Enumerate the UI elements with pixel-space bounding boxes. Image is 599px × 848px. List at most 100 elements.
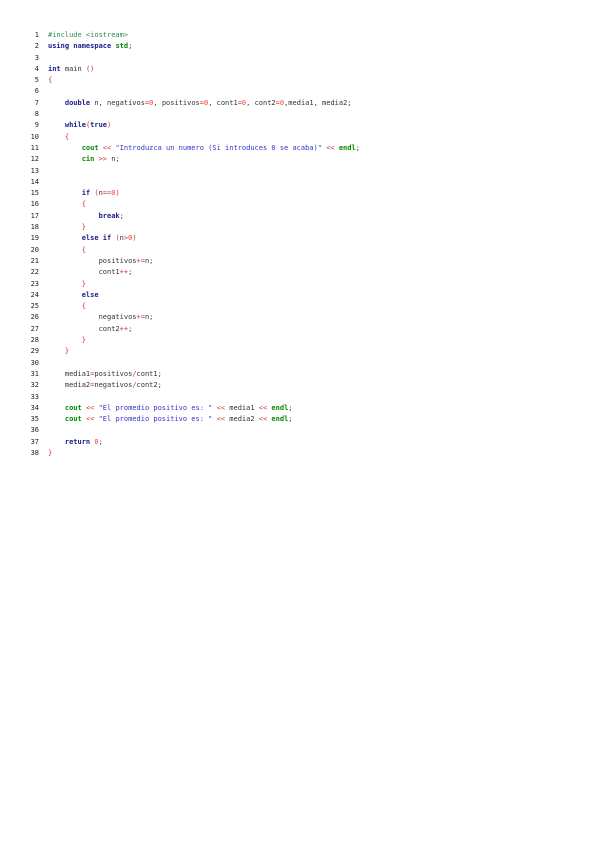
code-token: } (81, 223, 86, 232)
code-token: main (60, 64, 86, 73)
code-token: ; (355, 143, 360, 152)
line-source: media1=positivos/cont1; (48, 369, 162, 380)
line-number: 32 (30, 381, 39, 390)
code-token: #include <iostream> (48, 31, 129, 39)
line-number: 12 (30, 155, 39, 164)
code-token: "Introduzca un numero (Si introduces 0 s… (115, 143, 322, 152)
line-number: 11 (30, 143, 39, 152)
code-token: cont2; (136, 381, 162, 390)
code-token: ; (119, 211, 124, 220)
line-source: while(true) (48, 120, 111, 131)
code-line: 17 break; (30, 211, 360, 222)
line-number: 15 (30, 189, 39, 198)
code-token: ) (115, 189, 120, 198)
code-token: >> (98, 155, 108, 164)
line-source: } (48, 279, 86, 290)
line-number: 25 (30, 302, 39, 311)
line-source: { (48, 301, 86, 312)
code-token: return (64, 437, 91, 446)
code-token: cont1 (48, 268, 120, 277)
line-source: return 0; (48, 437, 103, 448)
code-token: cont2 (48, 324, 120, 333)
line-number: 9 (34, 121, 39, 130)
line-source: { (48, 245, 86, 256)
code-line: 24 else (30, 290, 360, 301)
code-line: 31 media1=positivos/cont1; (30, 369, 360, 380)
code-token: endl (271, 403, 289, 412)
code-token: true (90, 121, 108, 130)
code-token: ++ (119, 324, 129, 333)
code-line: 22 cont1++; (30, 267, 360, 278)
line-number: 2 (34, 42, 39, 51)
code-token: if (81, 189, 91, 198)
code-listing: 1 #include <iostream> 2 using namespace std… (30, 30, 360, 459)
code-token: "El promedio positivo es: " (98, 415, 213, 424)
line-source: break; (48, 211, 124, 222)
line-number: 22 (30, 268, 39, 277)
code-token: double (64, 98, 91, 107)
code-token: << (216, 403, 226, 412)
line-number: 29 (30, 347, 39, 356)
code-line: 35 cout << "El promedio positivo es: " <… (30, 414, 360, 425)
code-line: 19 else if (n>0) (30, 233, 360, 244)
code-token: , cont1 (208, 98, 238, 107)
code-token: { (81, 302, 86, 311)
code-token: ; (98, 437, 103, 446)
code-token: positivos (48, 256, 137, 265)
code-line: 1 #include <iostream> (30, 30, 360, 41)
code-token: ; (288, 415, 293, 424)
code-token: "El promedio positivo es: " (98, 403, 213, 412)
code-token: n; (144, 256, 154, 265)
code-token: n; (107, 155, 120, 164)
code-token: cont1; (136, 369, 162, 378)
line-number: 17 (30, 211, 39, 220)
code-token: { (81, 245, 86, 254)
code-token: endl (338, 143, 356, 152)
line-source: negativos+=n; (48, 312, 154, 323)
line-number: 4 (34, 64, 39, 73)
code-line: 16 { (30, 199, 360, 210)
line-source: } (48, 335, 86, 346)
line-source: } (48, 346, 69, 357)
line-number: 34 (30, 403, 39, 412)
code-token: ; (288, 403, 293, 412)
code-line: 26 negativos+=n; (30, 312, 360, 323)
line-source: cout << "El promedio positivo es: " << m… (48, 414, 293, 425)
code-line: 15 if (n==0) (30, 188, 360, 199)
line-source: #include <iostream> (48, 30, 128, 41)
line-number: 3 (34, 53, 39, 62)
code-token: else if (81, 234, 112, 243)
line-number: 8 (34, 110, 39, 119)
code-token: << (258, 403, 268, 412)
code-line: 2 using namespace std; (30, 41, 360, 52)
code-token: += (136, 313, 145, 322)
code-line: 25 { (30, 301, 360, 312)
code-line: 3 (30, 53, 360, 64)
line-number: 6 (34, 87, 39, 96)
code-line: 21 positivos+=n; (30, 256, 360, 267)
code-token: } (81, 336, 86, 345)
line-source: if (n==0) (48, 188, 120, 199)
line-source: double n, negativos=0, positivos=0, cont… (48, 98, 352, 109)
code-token: cin (81, 155, 95, 164)
code-token: endl (271, 415, 289, 424)
code-line: 28 } (30, 335, 360, 346)
code-token: ; (128, 324, 133, 333)
code-token: << (326, 143, 335, 152)
code-token: ) (132, 234, 137, 243)
document-page: 1 #include <iostream> 2 using namespace std… (0, 0, 599, 848)
line-number: 24 (30, 290, 39, 299)
code-token: () (85, 64, 95, 73)
code-line: 34 cout << "El promedio positivo es: " <… (30, 403, 360, 414)
code-token: == (102, 189, 112, 198)
line-number: 7 (34, 98, 39, 107)
line-source: positivos+=n; (48, 256, 154, 267)
code-token: break (98, 211, 120, 220)
